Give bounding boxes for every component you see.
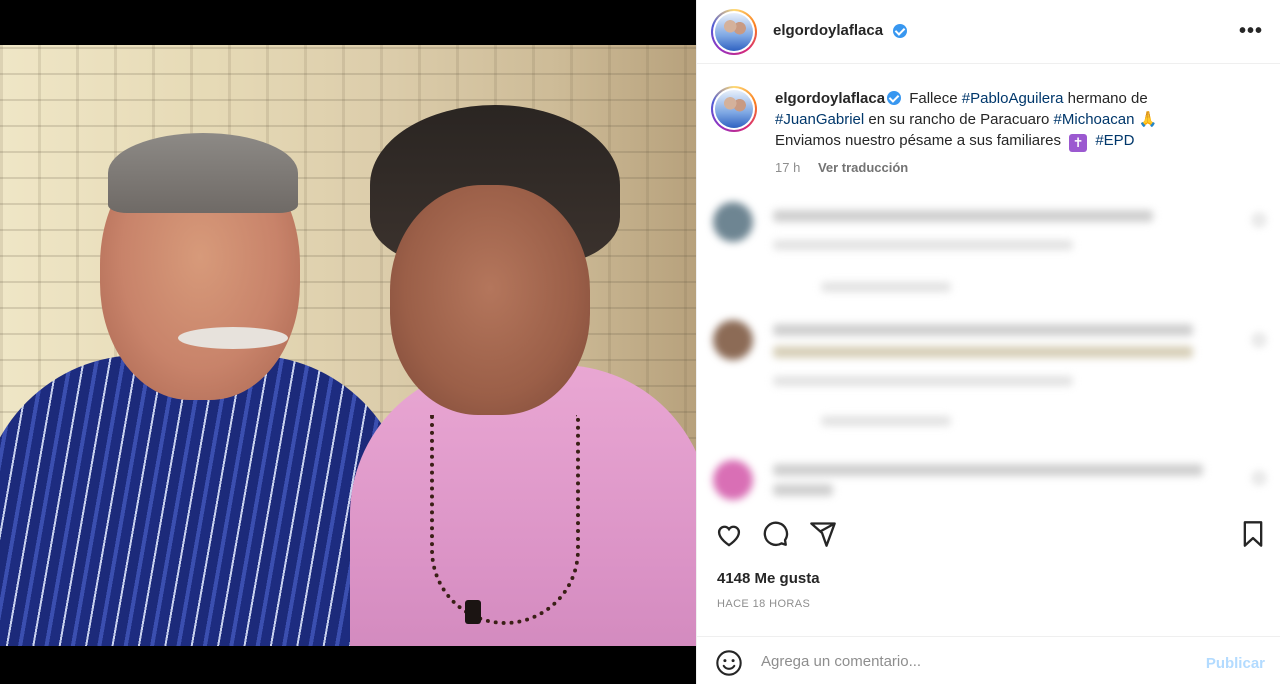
see-translation-link[interactable]: Ver traducción	[818, 160, 908, 175]
caption-meta: 17 h Ver traducción	[775, 160, 922, 175]
add-comment-bar: Publicar	[697, 636, 1280, 684]
cross-emoji: ✝	[1069, 134, 1088, 152]
post-actions	[697, 512, 1280, 556]
publish-button[interactable]: Publicar	[1206, 655, 1265, 672]
comments-list[interactable]	[697, 190, 1280, 510]
comment-icon[interactable]	[759, 518, 791, 550]
heart-icon[interactable]	[713, 518, 745, 550]
caption-avatar[interactable]	[711, 86, 757, 132]
post-media	[0, 0, 696, 684]
verified-badge-icon	[887, 91, 902, 105]
likes-count[interactable]: 4148 Me gusta	[717, 570, 820, 587]
pendant	[465, 600, 481, 624]
caption-text: elgordoylaflaca Fallece #PabloAguilera h…	[775, 88, 1195, 152]
comment-input[interactable]	[761, 647, 1181, 675]
post-photo[interactable]	[0, 45, 696, 646]
share-icon[interactable]	[807, 518, 839, 550]
hashtag-link[interactable]: #JuanGabriel	[775, 111, 864, 128]
profile-avatar[interactable]	[711, 9, 757, 55]
person-left-mustache	[178, 327, 288, 349]
hashtag-link[interactable]: #Michoacan	[1054, 111, 1135, 128]
necklace	[430, 415, 580, 625]
caption-segment: Fallece	[909, 90, 962, 107]
bookmark-icon[interactable]	[1237, 518, 1269, 550]
hashtag-link[interactable]: #PabloAguilera	[962, 90, 1064, 107]
commenter-avatar	[713, 460, 753, 500]
post-age: 17 h	[775, 160, 801, 175]
commenter-avatar	[713, 320, 753, 360]
caption-username[interactable]: elgordoylaflaca	[775, 90, 885, 107]
commenter-avatar	[713, 202, 753, 242]
post-panel: elgordoylaflaca ••• elgordoylaflaca Fall…	[696, 0, 1280, 684]
more-options-icon[interactable]: •••	[1239, 20, 1263, 43]
username-link[interactable]: elgordoylaflaca	[773, 22, 883, 39]
pray-emoji: 🙏	[1138, 111, 1158, 128]
post-header: elgordoylaflaca •••	[697, 0, 1280, 64]
emoji-icon[interactable]	[715, 649, 743, 682]
hashtag-link[interactable]: #EPD	[1095, 132, 1134, 149]
caption-segment: hermano de	[1063, 90, 1148, 107]
person-left-hair	[108, 133, 298, 213]
caption-segment: Enviamos nuestro pésame a sus familiares	[775, 132, 1066, 149]
person-right-face	[390, 185, 590, 415]
post-timestamp: HACE 18 HORAS	[717, 598, 811, 610]
verified-badge-icon	[893, 24, 907, 38]
caption-segment: en su rancho de Paracuaro	[864, 111, 1054, 128]
